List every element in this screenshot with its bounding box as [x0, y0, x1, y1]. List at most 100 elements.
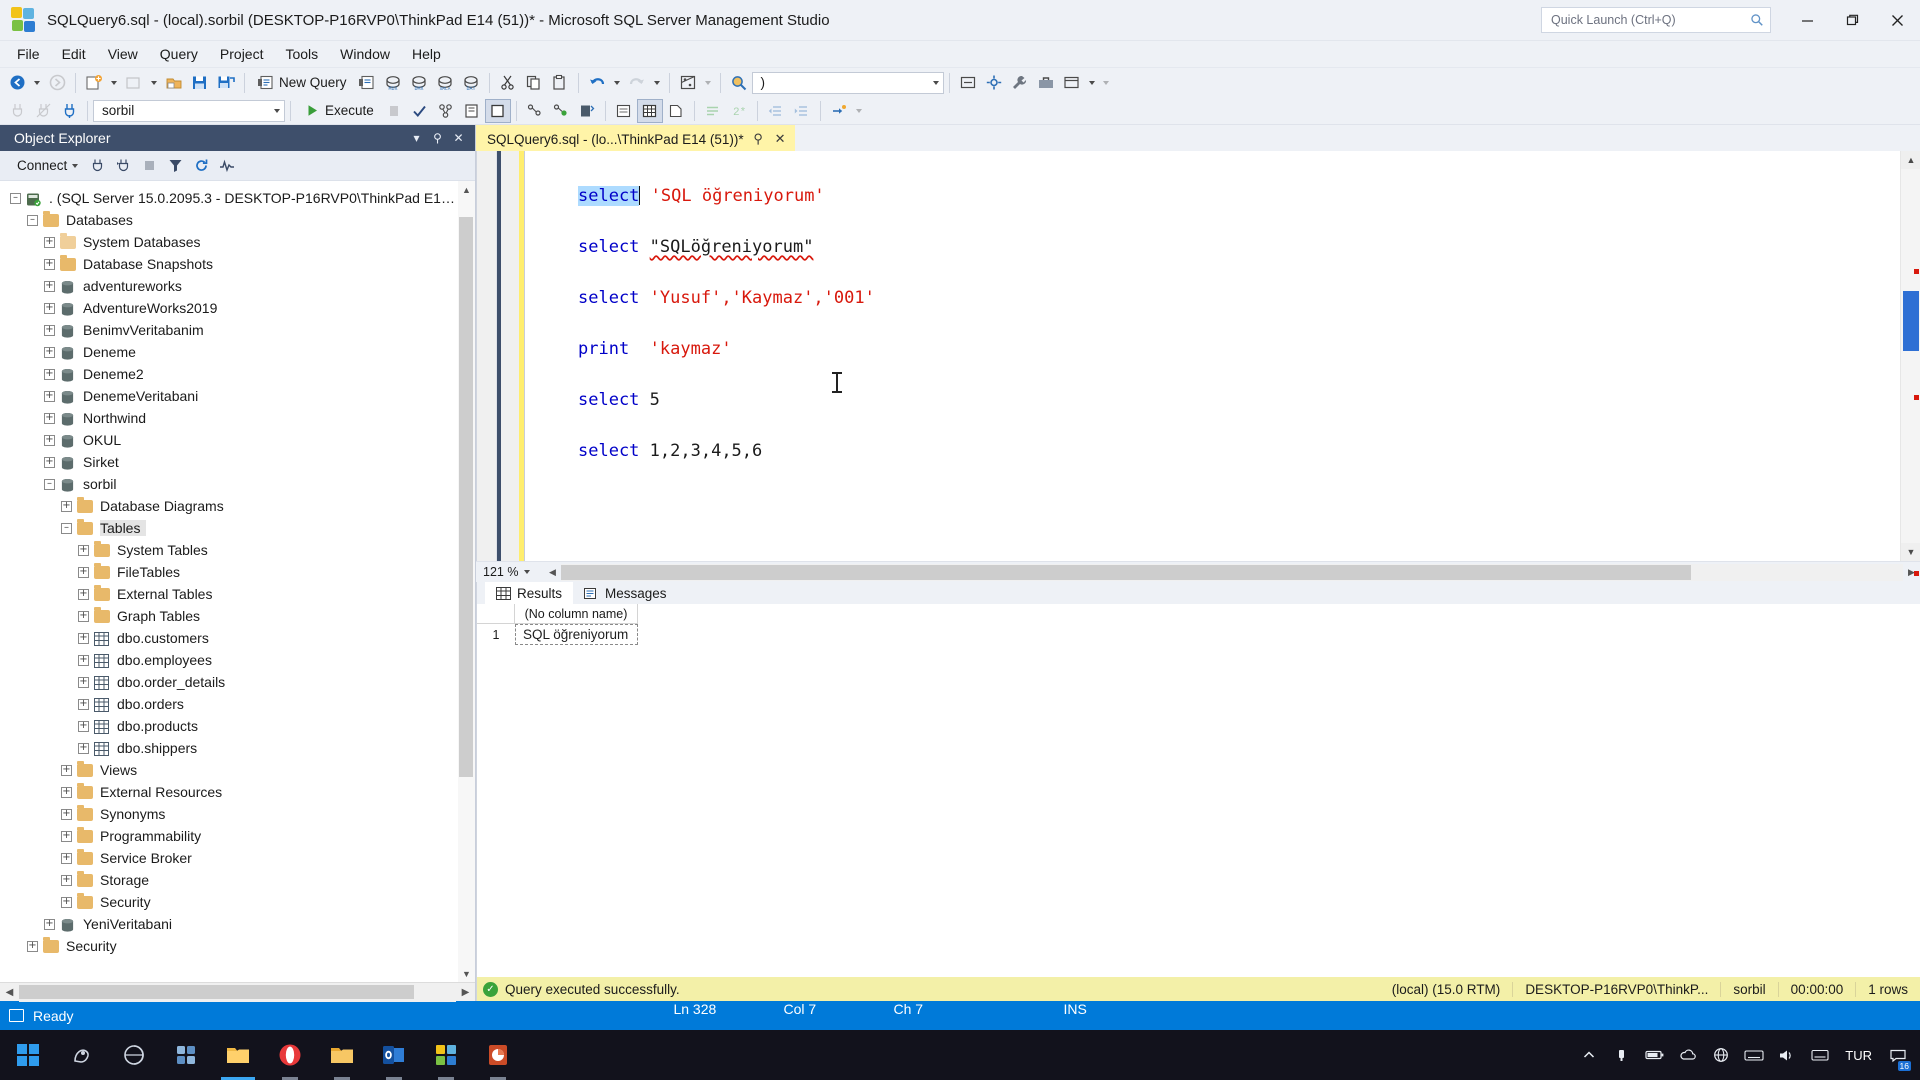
collapse-toggle-icon[interactable]: –: [61, 522, 72, 534]
object-explorer-vertical-scrollbar[interactable]: ▲ ▼: [458, 181, 475, 982]
tree-node[interactable]: + Database Diagrams: [0, 495, 475, 517]
include-actual-plan-icon[interactable]: [484, 98, 511, 123]
specify-values-icon[interactable]: [826, 99, 852, 123]
expand-toggle-icon[interactable]: +: [78, 544, 89, 556]
file-explorer-icon[interactable]: [212, 1030, 264, 1080]
code-line[interactable]: select 'SQL öğreniyorum': [578, 186, 1900, 237]
code-line[interactable]: select 1,2,3,4,5,6: [578, 441, 1900, 492]
navigate-backward-icon[interactable]: [4, 71, 30, 95]
tree-node[interactable]: + Synonyms: [0, 803, 475, 825]
comment-icon[interactable]: [700, 99, 726, 123]
zoom-selector[interactable]: 121 %: [476, 562, 544, 582]
tree-node[interactable]: + Database Snapshots: [0, 253, 475, 275]
redo-dropdown[interactable]: [650, 71, 664, 95]
menu-tools[interactable]: Tools: [274, 43, 329, 65]
new-project-dropdown[interactable]: [107, 71, 121, 95]
scroll-left-icon[interactable]: ◀: [0, 982, 19, 1002]
debug-icon[interactable]: [381, 99, 407, 123]
expand-toggle-icon[interactable]: +: [44, 280, 55, 292]
notification-center-icon[interactable]: 16: [1881, 1030, 1914, 1080]
tree-node[interactable]: + Views: [0, 759, 475, 781]
scroll-left-icon[interactable]: ◀: [544, 563, 561, 582]
tree-node[interactable]: + BenimvVeritabanim: [0, 319, 475, 341]
sql-editor[interactable]: select 'SQL öğreniyorum' select "SQLöğren…: [476, 151, 1920, 576]
activity-monitor-icon[interactable]: [215, 155, 239, 177]
scroll-right-icon[interactable]: ▶: [456, 982, 475, 1002]
expand-toggle-icon[interactable]: +: [78, 566, 89, 578]
disconnect-object-explorer-icon[interactable]: [111, 155, 135, 177]
tree-node[interactable]: + dbo.order_details: [0, 671, 475, 693]
grid-corner-cell[interactable]: [477, 604, 515, 624]
search-icon[interactable]: [56, 1030, 108, 1080]
expand-toggle-icon[interactable]: +: [44, 368, 55, 380]
new-data-query-icon[interactable]: DAT: [458, 71, 484, 95]
execute-button[interactable]: Execute: [296, 99, 381, 123]
tree-node[interactable]: + dbo.customers: [0, 627, 475, 649]
table-row[interactable]: 1 SQL öğreniyorum: [477, 624, 1920, 645]
new-query-button[interactable]: New Query: [250, 71, 354, 95]
object-explorer-horizontal-scrollbar[interactable]: ◀ ▶: [0, 982, 475, 1002]
restore-button[interactable]: [1830, 0, 1875, 41]
close-button[interactable]: [1875, 0, 1920, 41]
window-menu-icon[interactable]: ▾: [408, 130, 425, 147]
tree-node[interactable]: + OKUL: [0, 429, 475, 451]
grid-cell[interactable]: SQL öğreniyorum: [515, 624, 638, 645]
quick-launch-input[interactable]: Quick Launch (Ctrl+Q): [1541, 7, 1771, 33]
tree-node[interactable]: + Northwind: [0, 407, 475, 429]
expand-toggle-icon[interactable]: +: [61, 764, 72, 776]
window-layout-dropdown[interactable]: [1085, 71, 1099, 95]
hscroll-track[interactable]: [19, 982, 456, 1002]
connect-button[interactable]: Connect: [12, 156, 83, 175]
expand-toggle-icon[interactable]: +: [61, 852, 72, 864]
expand-toggle-icon[interactable]: +: [78, 742, 89, 754]
expand-toggle-icon[interactable]: +: [61, 896, 72, 908]
registered-servers-icon[interactable]: [675, 71, 701, 95]
collapse-toggle-icon[interactable]: –: [27, 214, 38, 226]
change-connection-icon[interactable]: [56, 99, 82, 123]
tree-node[interactable]: + Graph Tables: [0, 605, 475, 627]
tree-node[interactable]: + FileTables: [0, 561, 475, 583]
code-line[interactable]: select "SQLöğreniyorum": [578, 237, 1900, 288]
ssms-icon[interactable]: [420, 1030, 472, 1080]
tree-node[interactable]: + Programmability: [0, 825, 475, 847]
decrease-indent-icon[interactable]: [763, 99, 789, 123]
solution-platforms-icon[interactable]: [955, 71, 981, 95]
display-estimated-plan-icon[interactable]: [433, 99, 459, 123]
tree-node[interactable]: + External Resources: [0, 781, 475, 803]
cut-icon[interactable]: [495, 71, 521, 95]
tree-node[interactable]: + Security: [0, 891, 475, 913]
code-line[interactable]: select 'Yusuf','Kaymaz','001': [578, 288, 1900, 339]
tree-node[interactable]: + Security: [0, 935, 475, 957]
menu-edit[interactable]: Edit: [51, 43, 97, 65]
menu-project[interactable]: Project: [209, 43, 275, 65]
code-line[interactable]: print 'kaymaz': [578, 339, 1900, 390]
opera-icon[interactable]: [264, 1030, 316, 1080]
tree-node[interactable]: + Service Broker: [0, 847, 475, 869]
input-method-icon[interactable]: [1803, 1030, 1836, 1080]
menu-file[interactable]: File: [6, 43, 51, 65]
copy-icon[interactable]: [521, 71, 547, 95]
include-client-statistics-icon[interactable]: [522, 99, 548, 123]
expand-toggle-icon[interactable]: +: [44, 412, 55, 424]
expand-toggle-icon[interactable]: +: [78, 698, 89, 710]
editor-hscroll-track[interactable]: [561, 563, 1903, 581]
editor-code-surface[interactable]: select 'SQL öğreniyorum' select "SQLöğren…: [525, 151, 1900, 561]
open-file-icon[interactable]: [121, 71, 147, 95]
scroll-down-icon[interactable]: ▼: [1901, 543, 1920, 561]
expand-toggle-icon[interactable]: +: [44, 918, 55, 930]
new-analysis-services-mdx-query-icon[interactable]: MDX: [380, 71, 406, 95]
tree-node[interactable]: + YeniVeritabani: [0, 913, 475, 935]
scroll-up-icon[interactable]: ▲: [458, 181, 475, 198]
new-query-with-connection-icon[interactable]: [354, 71, 380, 95]
language-indicator[interactable]: TUR: [1836, 1048, 1881, 1063]
usb-icon[interactable]: [1605, 1030, 1638, 1080]
powerpoint-icon[interactable]: [472, 1030, 524, 1080]
new-analysis-services-xmla-query-icon[interactable]: XMLA: [432, 71, 458, 95]
expand-toggle-icon[interactable]: +: [61, 874, 72, 886]
tree-node[interactable]: + System Tables: [0, 539, 475, 561]
tree-node[interactable]: – Databases: [0, 209, 475, 231]
windows-start-icon[interactable]: [0, 1030, 56, 1080]
find-in-files-icon[interactable]: [726, 71, 752, 95]
tab-messages[interactable]: Messages: [573, 582, 678, 604]
new-analysis-services-dmx-query-icon[interactable]: DMX: [406, 71, 432, 95]
